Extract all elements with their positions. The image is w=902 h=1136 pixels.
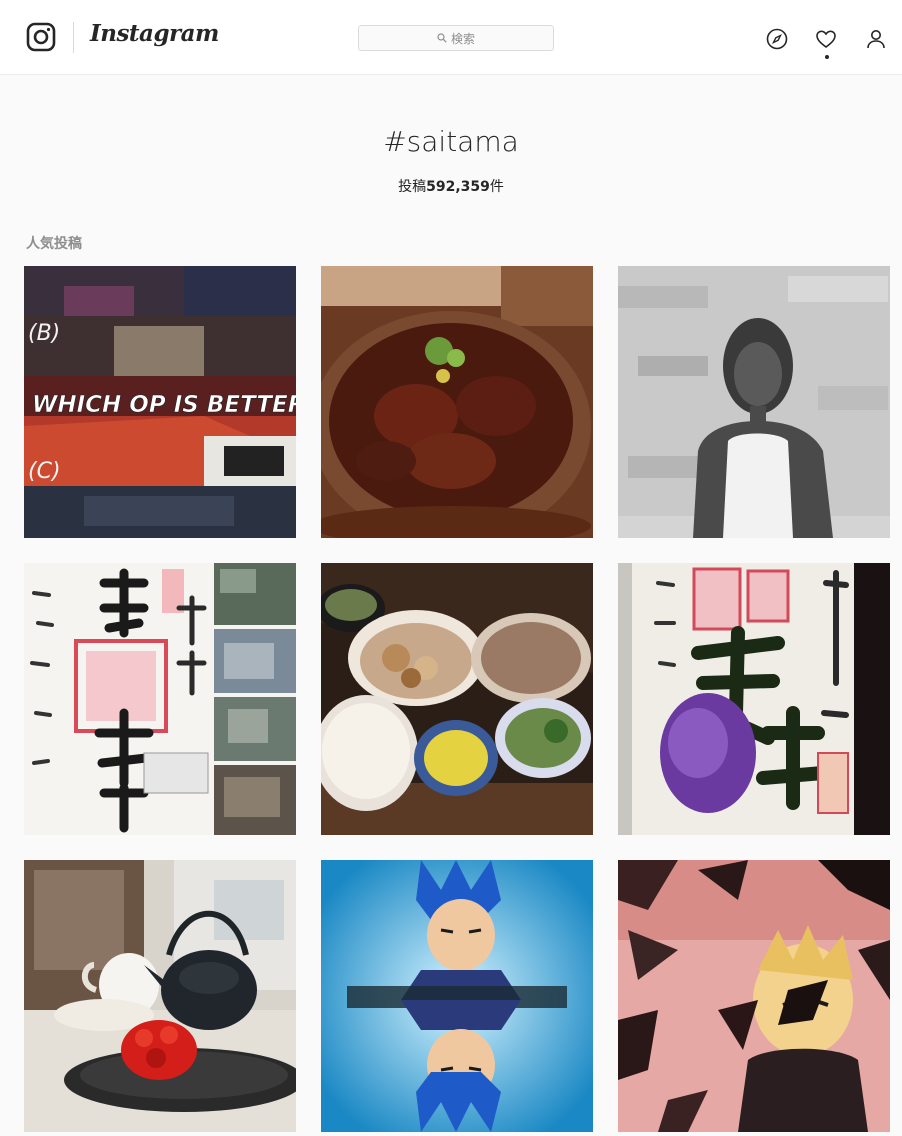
camera-glyph-icon[interactable] — [26, 22, 56, 52]
profile-icon[interactable] — [864, 27, 888, 51]
heart-icon[interactable] — [814, 27, 838, 51]
post-thumbnail[interactable] — [321, 266, 593, 538]
post-count-value: 592,359 — [426, 179, 490, 195]
search-input[interactable]: 検索 — [358, 25, 554, 51]
top-posts-label: 人気投稿 — [26, 236, 82, 252]
post-thumbnail[interactable] — [24, 860, 296, 1132]
post-thumbnail[interactable] — [24, 563, 296, 835]
logo-divider — [73, 22, 74, 53]
search-icon — [437, 33, 447, 43]
post-count: 投稿592,359件 — [0, 176, 902, 196]
hashtag-title: #saitama — [383, 125, 519, 158]
overlay-label-b: (B) — [28, 321, 60, 346]
compass-icon[interactable] — [765, 27, 789, 51]
top-navigation-bar: Instagram 検索 — [0, 0, 902, 75]
post-thumbnail[interactable]: (B) WHICH OP IS BETTER? (C) — [24, 266, 296, 538]
post-thumbnail[interactable] — [321, 563, 593, 835]
overlay-label-c: (C) — [28, 459, 61, 484]
activity-indicator-dot — [825, 55, 829, 59]
overlay-headline: WHICH OP IS BETTER? — [32, 392, 296, 418]
post-thumbnail[interactable] — [618, 860, 890, 1132]
search-placeholder: 検索 — [450, 31, 475, 46]
post-thumbnail[interactable] — [321, 860, 593, 1132]
post-thumbnail[interactable] — [618, 266, 890, 538]
post-thumbnail[interactable] — [618, 563, 890, 835]
post-count-suffix: 件 — [489, 179, 504, 195]
instagram-wordmark[interactable]: Instagram — [90, 20, 219, 47]
post-count-prefix: 投稿 — [398, 179, 427, 195]
